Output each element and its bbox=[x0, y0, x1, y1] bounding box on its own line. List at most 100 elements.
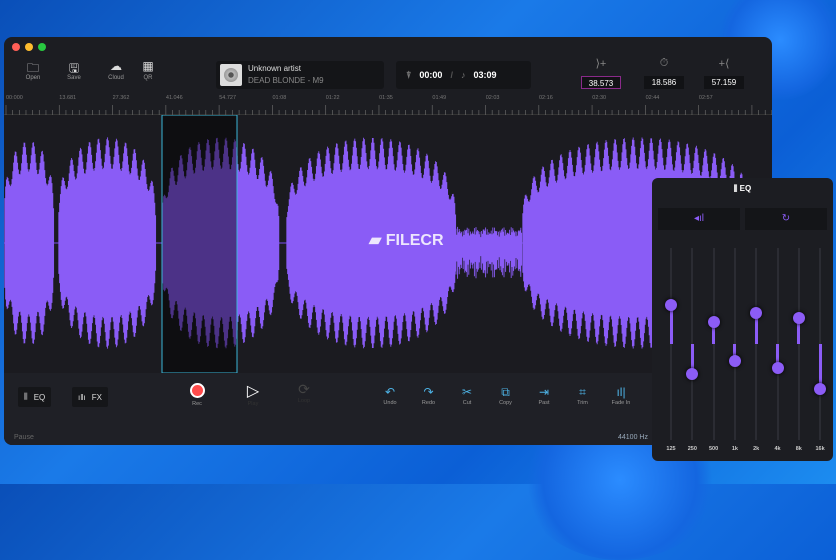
reset-icon: ↻ bbox=[781, 213, 791, 224]
fade-in-button[interactable]: ıl| Fade In bbox=[605, 385, 637, 406]
fade-in-label: Fade In bbox=[611, 400, 631, 406]
trim-label: Trim bbox=[577, 400, 588, 406]
slider-knob[interactable] bbox=[686, 368, 699, 381]
open-button[interactable]: 🗀 Open bbox=[18, 59, 48, 81]
save-button[interactable]: 🖫 Save bbox=[59, 59, 89, 81]
cloud-icon: ☁ bbox=[110, 59, 122, 73]
loop-button[interactable]: ⟳ Loop bbox=[288, 381, 320, 404]
eq-panel: ⫼ EQ ◂ıl ↻ 125 250 500 1k 2k 4k 8k 16k bbox=[652, 178, 833, 461]
watermark-logo-icon: ▰ bbox=[369, 232, 386, 249]
selection-length-field[interactable]: 18.586 bbox=[644, 76, 684, 89]
status-text: Pause bbox=[14, 434, 34, 441]
eq-preset-button[interactable]: ◂ıl bbox=[658, 208, 740, 230]
eq-slider-250[interactable] bbox=[682, 248, 702, 440]
slider-knob[interactable] bbox=[665, 298, 677, 311]
album-cover bbox=[220, 64, 242, 86]
slider-knob[interactable] bbox=[814, 382, 827, 395]
trim-button[interactable]: ⌗ Trim bbox=[567, 385, 599, 406]
ruler-label: 54.727 bbox=[219, 95, 237, 101]
total-time: 03:09 bbox=[473, 70, 497, 80]
selection-start-field[interactable]: 38.573 bbox=[581, 76, 621, 89]
fx-button[interactable]: ıǁı FX bbox=[72, 387, 108, 407]
fade-in-icon: ıl| bbox=[616, 385, 626, 399]
ruler-label: 41.046 bbox=[165, 95, 183, 101]
eq-slider-500[interactable] bbox=[704, 248, 724, 440]
ruler-label: 27.362 bbox=[112, 95, 130, 101]
loop-label: Loop bbox=[297, 398, 311, 404]
eq-slider-16k[interactable] bbox=[810, 248, 830, 440]
fx-label: FX bbox=[91, 392, 102, 402]
cut-icon: ✂ bbox=[461, 385, 473, 399]
eq-band-label: 2k bbox=[753, 446, 760, 452]
eq-slider-125[interactable] bbox=[661, 248, 681, 440]
redo-icon: ↷ bbox=[423, 385, 434, 399]
watermark: ▰ FILECR bbox=[369, 230, 444, 250]
ruler-label: 00:000 bbox=[6, 95, 23, 101]
maximize-button[interactable] bbox=[38, 43, 46, 51]
ruler-label: 02:44 bbox=[645, 95, 660, 101]
time-separator: / bbox=[450, 70, 453, 80]
track-info: Unknown artist DEAD BLONDE - M9 bbox=[216, 61, 384, 89]
undo-button[interactable]: ↶ Undo bbox=[374, 385, 406, 406]
waveform-icon: ıǁı bbox=[78, 392, 86, 402]
ruler-label: 02:16 bbox=[539, 95, 553, 101]
ruler-label: 01:22 bbox=[325, 95, 340, 101]
minimize-button[interactable] bbox=[25, 43, 33, 51]
eq-band-label: 1k bbox=[731, 446, 738, 452]
eq-slider-1k[interactable] bbox=[725, 248, 745, 440]
eq-label: EQ bbox=[33, 392, 46, 402]
slider-knob[interactable] bbox=[750, 306, 763, 319]
slider-knob[interactable] bbox=[792, 312, 805, 325]
sample-rate: 44100 Hz bbox=[618, 434, 648, 441]
paste-icon: ⇥ bbox=[538, 385, 550, 399]
slider-knob[interactable] bbox=[728, 355, 741, 368]
eq-button[interactable]: ⫼ EQ bbox=[18, 387, 52, 407]
rec-button[interactable]: Rec bbox=[181, 383, 213, 407]
time-display: ⍒ 00:00 / ♪ 03:09 bbox=[396, 61, 531, 89]
marker-icon: ⍒ bbox=[406, 69, 412, 80]
speaker-icon: ◂ıl bbox=[693, 213, 705, 224]
close-button[interactable] bbox=[12, 43, 20, 51]
ruler-label: 01:08 bbox=[272, 95, 287, 101]
selection-start-icon: ⟩+ bbox=[595, 58, 607, 70]
eq-title: EQ bbox=[739, 184, 752, 193]
sliders-icon: ⫼ bbox=[24, 392, 28, 401]
eq-band-label: 125 bbox=[666, 446, 676, 452]
slider-knob[interactable] bbox=[771, 361, 784, 374]
paste-button[interactable]: ⇥ Past bbox=[528, 385, 560, 406]
qr-icon: ▦ bbox=[142, 59, 154, 73]
cloud-button[interactable]: ☁ Cloud bbox=[101, 59, 131, 81]
qr-button[interactable]: ▦ QR bbox=[133, 59, 163, 81]
copy-button[interactable]: ⧉ Copy bbox=[490, 385, 522, 406]
undo-icon: ↶ bbox=[384, 385, 396, 399]
eq-band-label: 8k bbox=[795, 446, 802, 452]
floppy-icon: 🖫 bbox=[68, 61, 80, 75]
eq-band-label: 500 bbox=[709, 446, 719, 452]
record-icon bbox=[189, 383, 205, 398]
eq-slider-4k[interactable] bbox=[768, 248, 788, 440]
artist: Unknown artist bbox=[248, 64, 301, 73]
rec-label: Rec bbox=[192, 401, 202, 407]
cut-button[interactable]: ✂ Cut bbox=[451, 385, 483, 406]
eq-reset-button[interactable]: ↻ bbox=[745, 208, 827, 230]
paste-label: Past bbox=[538, 400, 550, 406]
ruler-label: 02:30 bbox=[592, 95, 607, 101]
eq-band-label: 250 bbox=[687, 446, 697, 452]
play-button[interactable]: ▷ Play bbox=[237, 381, 269, 407]
slider-knob[interactable] bbox=[707, 316, 720, 329]
eq-slider-8k[interactable] bbox=[789, 248, 809, 440]
eq-slider-2k[interactable] bbox=[746, 248, 766, 440]
cloud-label: Cloud bbox=[108, 75, 124, 81]
copy-icon: ⧉ bbox=[501, 385, 510, 399]
eq-band-label: 16k bbox=[815, 446, 825, 452]
play-icon: ▷ bbox=[246, 383, 260, 400]
current-time: 00:00 bbox=[419, 70, 443, 80]
trim-icon: ⌗ bbox=[579, 385, 586, 399]
timeline-ruler[interactable]: 00:000 13.681 27.362 41.046 54.727 01:08 01:22… bbox=[4, 93, 772, 115]
redo-button[interactable]: ↷ Redo bbox=[413, 385, 445, 406]
selection-end-field[interactable]: 57.159 bbox=[704, 76, 744, 89]
ruler-label: 13.681 bbox=[59, 95, 77, 101]
timer-icon: ⏱ bbox=[659, 57, 669, 69]
open-label: Open bbox=[25, 75, 41, 81]
ruler-label: 02:03 bbox=[485, 95, 500, 101]
